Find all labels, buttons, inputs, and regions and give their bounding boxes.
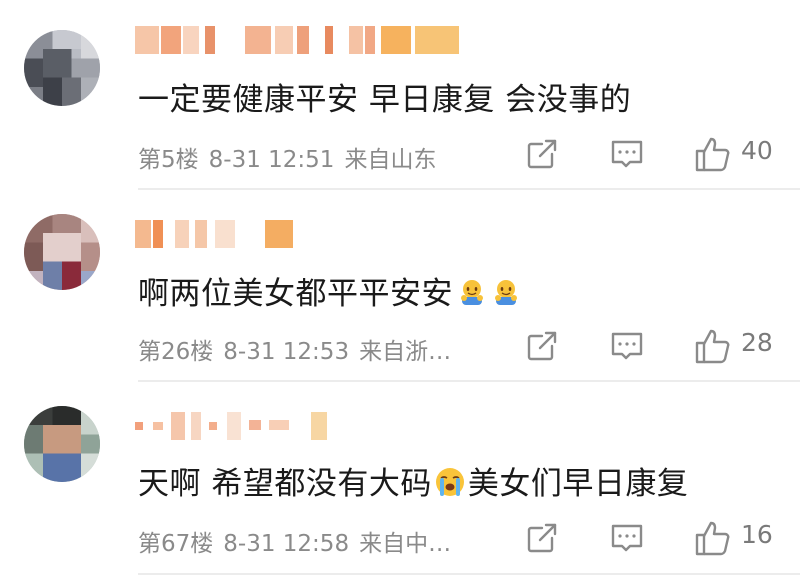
comment-item: 啊两位美女都平平安安 第26楼 8-31 12:53 来自浙… 28 — [0, 190, 800, 382]
like-button[interactable]: 40 — [693, 134, 793, 172]
avatar[interactable] — [24, 406, 100, 482]
crying-emoji — [435, 468, 464, 496]
thumbs-up-icon — [695, 329, 730, 364]
comment-time: 8-31 12:58 — [223, 531, 350, 557]
like-button[interactable]: 16 — [693, 518, 793, 556]
comment-location: 来自中… — [359, 531, 452, 557]
thumbs-up-icon — [695, 137, 730, 172]
comment-text: 啊两位美女都平平安安 — [138, 268, 521, 313]
hug-emoji — [495, 280, 517, 305]
comment-item: 天啊 希望都没有大码 美女们早日康复 第67楼 8-31 12:58 来自中… — [0, 382, 800, 575]
reply-button[interactable] — [609, 136, 649, 172]
comment-text-after: 美女们早日康复 — [467, 466, 689, 502]
share-icon — [527, 139, 557, 169]
like-count: 40 — [741, 136, 773, 165]
username-blurred[interactable] — [135, 220, 475, 248]
username-blurred[interactable] — [135, 412, 475, 440]
comment-meta: 第26楼 8-31 12:53 来自浙… — [138, 332, 461, 366]
share-icon — [527, 331, 557, 361]
like-count: 28 — [741, 328, 773, 357]
share-icon — [527, 523, 557, 553]
comment-item: 一定要健康平安 早日康复 会没事的 第5楼 8-31 12:51 来自山东 40 — [0, 0, 800, 190]
reply-button[interactable] — [609, 328, 649, 364]
reply-button[interactable] — [609, 520, 649, 556]
comment-text: 一定要健康平安 早日康复 会没事的 — [138, 82, 632, 118]
floor-number: 第5楼 — [138, 147, 199, 173]
avatar[interactable] — [24, 214, 100, 290]
comment-time: 8-31 12:53 — [223, 339, 350, 365]
comment-text: 天啊 希望都没有大码 美女们早日康复 — [138, 458, 688, 503]
share-button[interactable] — [524, 136, 564, 172]
thumbs-up-icon — [695, 521, 730, 556]
avatar[interactable] — [24, 30, 100, 106]
comment-list-screen: { "comments": [ { "text": "一定要健康平安 早日康复 … — [0, 0, 800, 575]
comment-meta: 第5楼 8-31 12:51 来自山东 — [138, 140, 446, 174]
reply-icon — [611, 332, 643, 360]
share-button[interactable] — [524, 328, 564, 364]
comment-time: 8-31 12:51 — [208, 147, 335, 173]
like-count: 16 — [741, 520, 773, 549]
reply-icon — [611, 524, 643, 552]
reply-icon — [611, 140, 643, 168]
comment-text-before: 天啊 希望都没有大码 — [138, 466, 432, 502]
comment-location: 来自山东 — [344, 147, 437, 173]
comment-text-content: 啊两位美女都平平安安 — [138, 276, 453, 312]
floor-number: 第26楼 — [138, 339, 214, 365]
share-button[interactable] — [524, 520, 564, 556]
hug-emoji — [461, 280, 483, 305]
username-blurred[interactable] — [135, 26, 475, 54]
like-button[interactable]: 28 — [693, 326, 793, 364]
comment-location: 来自浙… — [359, 339, 452, 365]
floor-number: 第67楼 — [138, 531, 214, 557]
comment-meta: 第67楼 8-31 12:58 来自中… — [138, 524, 461, 558]
